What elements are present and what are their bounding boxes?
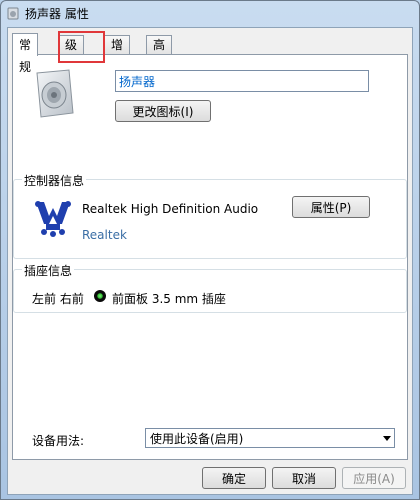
dialog-client: 常规 级别 增强 高级 更改图标(I) (7, 27, 413, 495)
change-icon-button[interactable]: 更改图标(I) (115, 100, 211, 122)
jack-info-group: 插座信息 左前 右前 前面板 3.5 mm 插座 (13, 262, 407, 313)
dialog-button-bar: 确定 取消 应用(A) (8, 465, 412, 491)
jack-description: 前面板 3.5 mm 插座 (112, 292, 226, 306)
ok-button[interactable]: 确定 (202, 467, 266, 489)
chevron-down-icon (383, 436, 391, 441)
controller-info-group: 控制器信息 Realtek High Definition Audio Real… (13, 172, 407, 259)
realtek-icon (35, 201, 71, 237)
device-usage-select[interactable]: 使用此设备(启用) (145, 428, 395, 448)
jack-channels: 左前 右前 (32, 292, 84, 306)
device-name-input[interactable] (115, 70, 369, 92)
tab-advanced[interactable]: 高级 (146, 35, 173, 71)
device-usage-label: 设备用法: (32, 434, 85, 448)
speaker-small-icon (7, 7, 19, 20)
tab-enhancements[interactable]: 增强 (104, 35, 131, 71)
general-tab-panel: 更改图标(I) 控制器信息 Realtek High Definition Au… (12, 54, 408, 460)
jack-group-label: 插座信息 (22, 262, 75, 279)
properties-window: 扬声器 属性 常规 级别 增强 高级 (0, 0, 420, 500)
tab-general[interactable]: 常规 (12, 33, 39, 74)
jack-color-icon (94, 290, 106, 302)
speaker-icon (36, 69, 74, 118)
device-usage-value: 使用此设备(启用) (150, 432, 244, 446)
controller-vendor-link[interactable]: Realtek (82, 228, 127, 242)
apply-button[interactable]: 应用(A) (342, 467, 406, 489)
cancel-button[interactable]: 取消 (272, 467, 336, 489)
controller-group-label: 控制器信息 (22, 172, 87, 189)
title-bar[interactable]: 扬声器 属性 (1, 1, 419, 25)
window-title: 扬声器 属性 (25, 7, 89, 21)
properties-button[interactable]: 属性(P) (292, 196, 370, 218)
tab-levels[interactable]: 级别 (58, 35, 85, 71)
controller-name: Realtek High Definition Audio (82, 202, 259, 216)
